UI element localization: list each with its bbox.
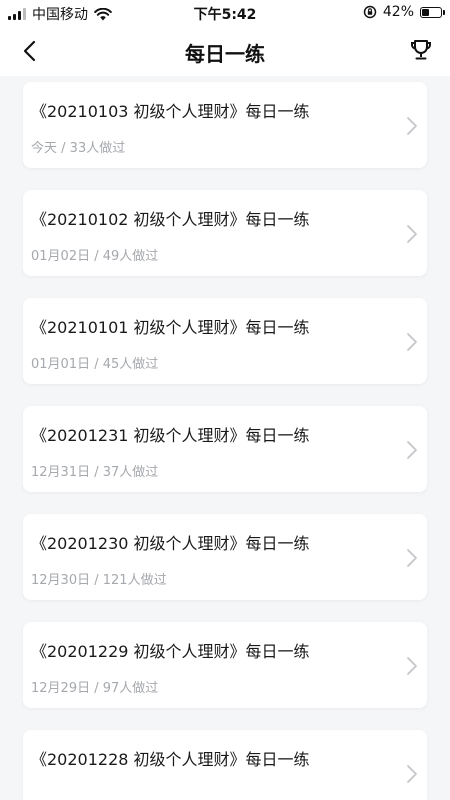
exercise-title: 《20201228 初级个人理财》每日一练 xyxy=(31,750,310,769)
exercise-count: 97人做过 xyxy=(102,681,159,696)
exercise-list: 《20210103 初级个人理财》每日一练 今天 / 33人做过 《202101… xyxy=(23,82,427,800)
chevron-right-icon xyxy=(407,765,417,783)
exercise-card[interactable]: 《20201231 初级个人理财》每日一练 12月31日 / 37人做过 xyxy=(23,406,427,492)
exercise-card[interactable]: 《20210102 初级个人理财》每日一练 01月02日 / 49人做过 xyxy=(23,190,427,276)
exercise-meta: 今天 / 33人做过 xyxy=(31,137,125,156)
exercise-count: 37人做过 xyxy=(102,465,159,480)
exercise-meta: 01月01日 / 45人做过 xyxy=(31,353,158,372)
exercise-title: 《20201230 初级个人理财》每日一练 xyxy=(31,534,310,553)
meta-separator: / xyxy=(90,573,103,588)
exercise-date: 12月30日 xyxy=(31,573,91,588)
battery-icon xyxy=(420,6,445,18)
exercise-card[interactable]: 《20201230 初级个人理财》每日一练 12月30日 / 121人做过 xyxy=(23,514,427,600)
meta-separator: / xyxy=(90,681,103,696)
meta-separator: / xyxy=(90,357,103,372)
exercise-card[interactable]: 《20201229 初级个人理财》每日一练 12月29日 / 97人做过 xyxy=(23,622,427,708)
battery-percent: 42% xyxy=(382,4,414,20)
exercise-title: 《20210102 初级个人理财》每日一练 xyxy=(31,210,310,229)
status-bar: 中国移动 下午5:42 42% xyxy=(0,0,450,26)
exercise-date: 12月31日 xyxy=(31,465,91,480)
status-right: 42% xyxy=(363,4,445,20)
exercise-date: 01月01日 xyxy=(31,357,91,372)
exercise-count: 121人做过 xyxy=(102,573,167,588)
exercise-title: 《20210101 初级个人理财》每日一练 xyxy=(31,318,310,337)
chevron-right-icon xyxy=(407,117,417,135)
chevron-right-icon xyxy=(407,333,417,351)
chevron-right-icon xyxy=(407,225,417,243)
exercise-card[interactable]: 《20210101 初级个人理财》每日一练 01月01日 / 45人做过 xyxy=(23,298,427,384)
exercise-date: 01月02日 xyxy=(31,249,91,264)
screen: 中国移动 下午5:42 42% 每日一练 《20210103 初级个人理财》每日… xyxy=(0,0,450,800)
battery-fill xyxy=(422,8,429,16)
exercise-card[interactable]: 《20201228 初级个人理财》每日一练 xyxy=(23,730,427,800)
exercise-count: 49人做过 xyxy=(102,249,159,264)
exercise-title: 《20210103 初级个人理财》每日一练 xyxy=(31,102,310,121)
exercise-date: 12月29日 xyxy=(31,681,91,696)
meta-separator: / xyxy=(90,465,103,480)
exercise-date: 今天 xyxy=(31,141,58,156)
chevron-right-icon xyxy=(407,657,417,675)
page-title: 每日一练 xyxy=(185,42,265,66)
trophy-icon[interactable] xyxy=(408,37,434,63)
exercise-meta: 12月31日 / 37人做过 xyxy=(31,461,158,480)
exercise-title: 《20201231 初级个人理财》每日一练 xyxy=(31,426,310,445)
orientation-lock-icon xyxy=(363,5,377,19)
exercise-meta: 12月30日 / 121人做过 xyxy=(31,569,167,588)
nav-bar: 每日一练 xyxy=(0,26,450,76)
exercise-count: 45人做过 xyxy=(102,357,159,372)
exercise-count: 33人做过 xyxy=(69,141,126,156)
meta-separator: / xyxy=(57,141,70,156)
exercise-title: 《20201229 初级个人理财》每日一练 xyxy=(31,642,310,661)
chevron-right-icon xyxy=(407,441,417,459)
meta-separator: / xyxy=(90,249,103,264)
chevron-right-icon xyxy=(407,549,417,567)
exercise-card[interactable]: 《20210103 初级个人理财》每日一练 今天 / 33人做过 xyxy=(23,82,427,168)
exercise-meta: 12月29日 / 97人做过 xyxy=(31,677,158,696)
exercise-meta: 01月02日 / 49人做过 xyxy=(31,245,158,264)
